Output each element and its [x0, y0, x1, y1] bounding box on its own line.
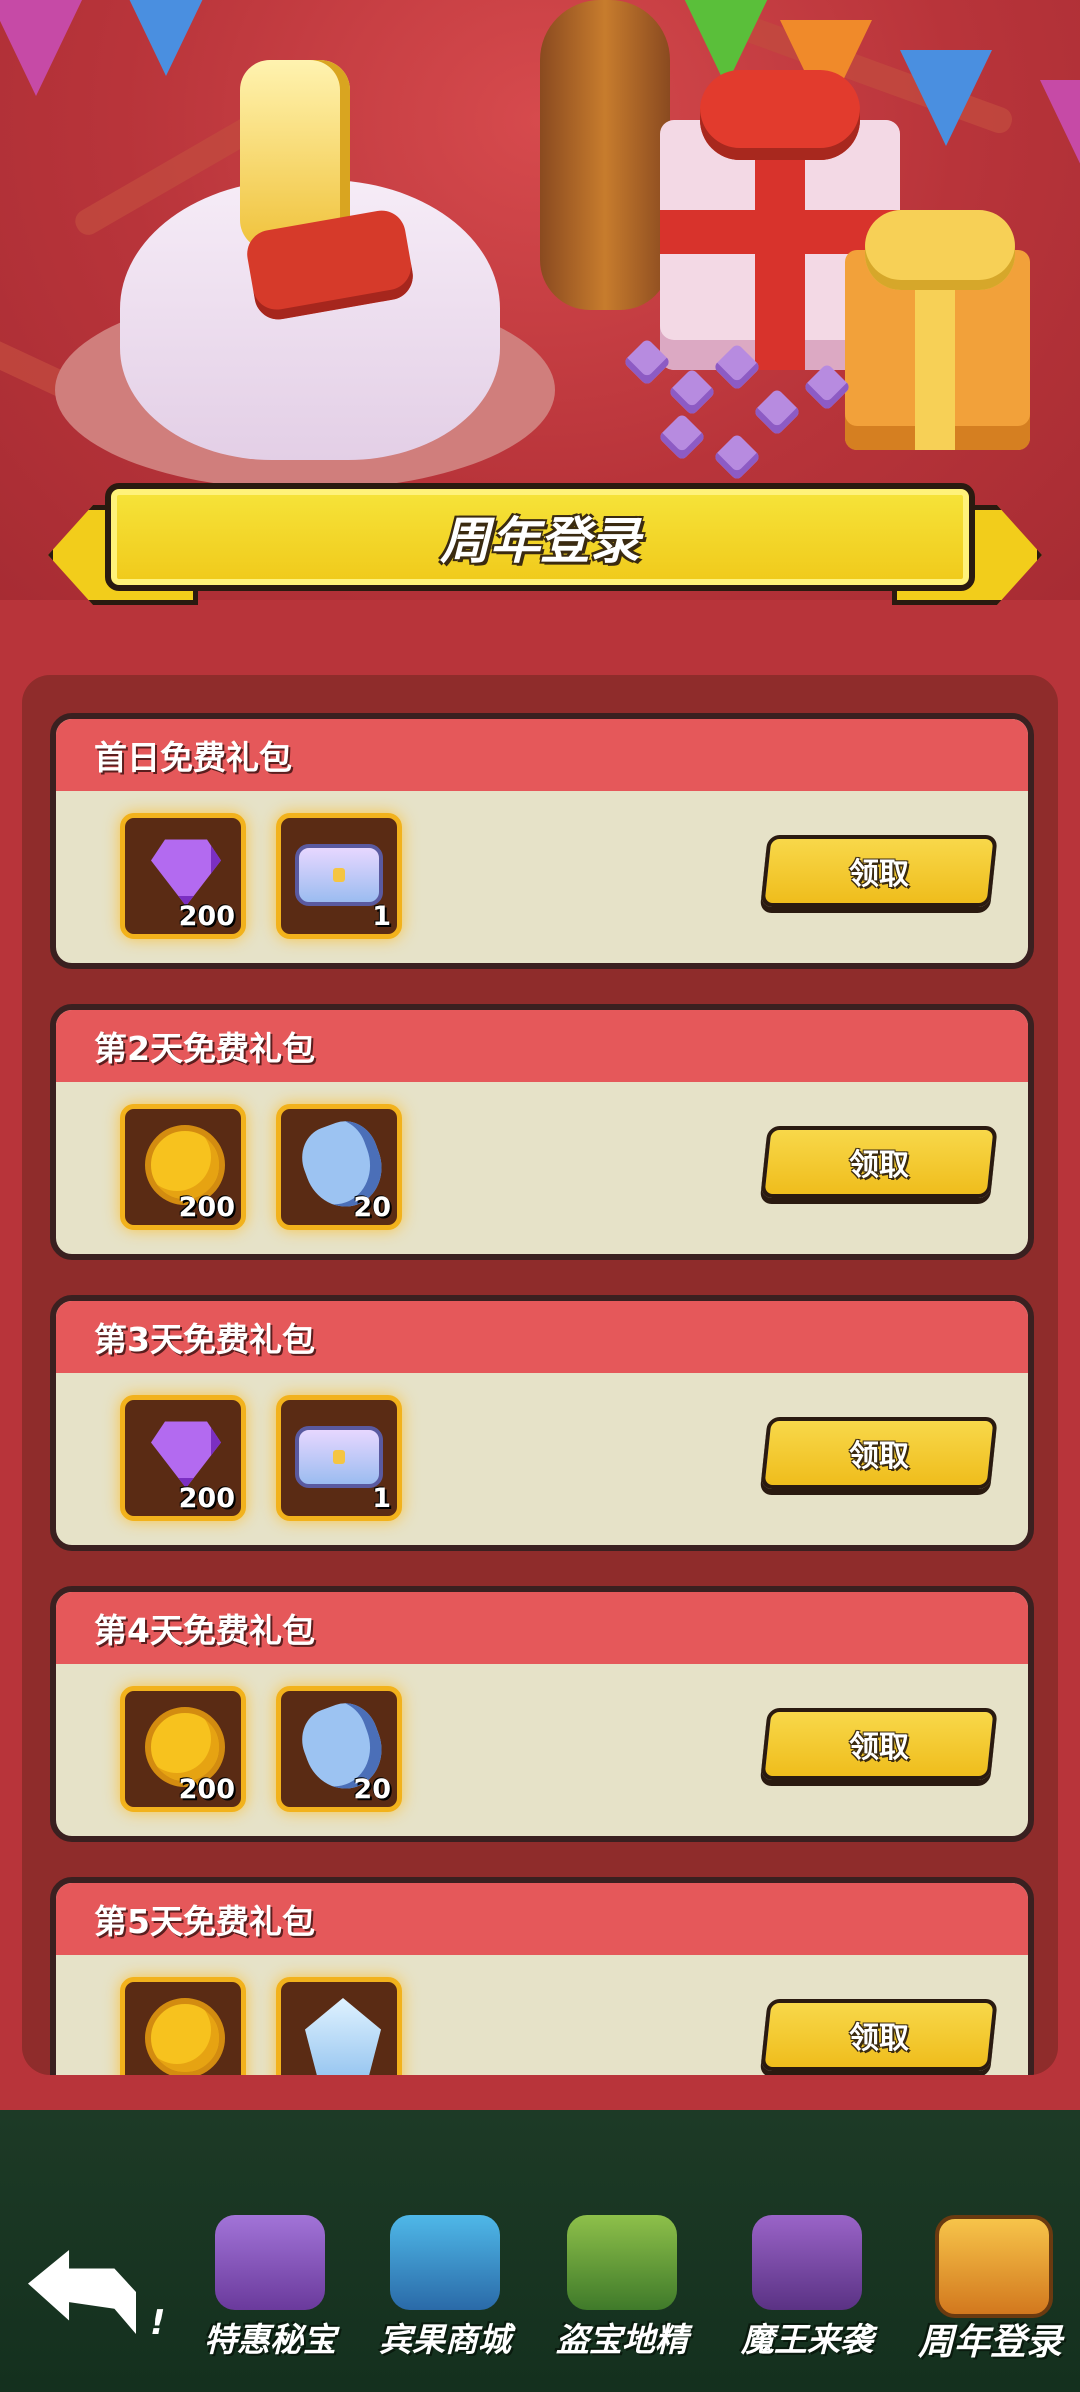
claim-label: 领取	[849, 857, 909, 892]
nav-tab-anniversary-login[interactable]: 周年登录	[905, 2215, 1075, 2365]
treasure-goblin-icon	[567, 2215, 677, 2310]
item-count: 20	[353, 1774, 391, 1805]
nav-tab-special-treasure[interactable]: 特惠秘宝	[185, 2215, 355, 2365]
reward-item[interactable]: 20	[276, 1686, 402, 1812]
claim-button[interactable]: 领取	[760, 835, 998, 907]
card-title: 第4天免费礼包	[94, 1611, 315, 1650]
gift-box-icon	[845, 210, 1030, 450]
reward-card-day-3: 第3天免费礼包 200 1 领取	[50, 1295, 1034, 1551]
card-title: 第3天免费礼包	[94, 1320, 315, 1359]
nav-label-fragment: !	[150, 2303, 166, 2343]
reward-item[interactable]: 1	[276, 1395, 402, 1521]
bottle-icon	[540, 0, 670, 310]
claim-label: 领取	[849, 2021, 909, 2056]
item-count: 20	[353, 1192, 391, 1223]
claim-button[interactable]: 领取	[760, 1999, 998, 2071]
reward-item[interactable]	[120, 1977, 246, 2075]
card-title: 第5天免费礼包	[94, 1902, 315, 1941]
reward-item[interactable]: 20	[276, 1104, 402, 1230]
gem-icon	[667, 367, 717, 417]
card-header: 第4天免费礼包	[56, 1592, 1028, 1664]
card-header: 首日免费礼包	[56, 719, 1028, 791]
gem-icon	[657, 412, 707, 462]
purple-gem-icon	[151, 839, 221, 906]
nav-tab-demon-king[interactable]: 魔王来袭	[722, 2215, 892, 2365]
gem-icon	[712, 432, 762, 482]
claim-label: 领取	[849, 1730, 909, 1765]
claim-button[interactable]: 领取	[760, 1126, 998, 1198]
item-count: 1	[372, 901, 391, 932]
anniversary-chest-icon	[935, 2215, 1053, 2318]
card-title: 第2天免费礼包	[94, 1029, 315, 1068]
back-arrow-icon	[28, 2250, 136, 2334]
nav-tab-label: 特惠秘宝	[204, 2320, 336, 2359]
nav-tab-label: 魔王来袭	[741, 2320, 873, 2359]
card-header: 第5天免费礼包	[56, 1883, 1028, 1955]
reward-item[interactable]: 200	[120, 1395, 246, 1521]
pennant-flag	[1040, 80, 1080, 176]
reward-card-day-5: 第5天免费礼包 领取	[50, 1877, 1034, 2075]
treasure-chest-icon	[295, 844, 383, 906]
item-count: 200	[178, 1483, 235, 1514]
pennant-flag	[0, 0, 82, 96]
purple-gem-icon	[151, 1421, 221, 1488]
reward-item[interactable]: 1	[276, 813, 402, 939]
reward-item[interactable]	[276, 1977, 402, 2075]
nav-tab-bingo-shop[interactable]: 宾果商城	[360, 2215, 530, 2365]
card-header: 第2天免费礼包	[56, 1010, 1028, 1082]
special-treasure-icon	[215, 2215, 325, 2310]
reward-list-panel[interactable]: 首日免费礼包 200 1 领取 第2天免费礼包 200 20 领取 第3天免费礼…	[22, 675, 1058, 2075]
gold-coin-icon	[145, 1998, 225, 2075]
claim-button[interactable]: 领取	[760, 1417, 998, 1489]
item-count: 200	[178, 901, 235, 932]
treasure-chest-icon	[295, 1426, 383, 1488]
reward-card-day-4: 第4天免费礼包 200 20 领取	[50, 1586, 1034, 1842]
nav-tab-label: 盗宝地精	[556, 2320, 688, 2359]
nav-tab-label: 宾果商城	[379, 2320, 511, 2359]
gem-icon	[802, 362, 852, 412]
reward-item[interactable]: 200	[120, 1686, 246, 1812]
bingo-shop-icon	[390, 2215, 500, 2310]
gem-icon	[752, 387, 802, 437]
reward-item[interactable]: 200	[120, 1104, 246, 1230]
title-banner: 周年登录	[105, 483, 975, 591]
back-button[interactable]	[28, 2250, 136, 2334]
reward-card-day-2: 第2天免费礼包 200 20 领取	[50, 1004, 1034, 1260]
item-count: 200	[178, 1192, 235, 1223]
claim-button[interactable]: 领取	[760, 1708, 998, 1780]
demon-king-icon	[752, 2215, 862, 2310]
page-title: 周年登录	[440, 512, 640, 570]
card-title: 首日免费礼包	[94, 738, 292, 777]
item-count: 200	[178, 1774, 235, 1805]
ice-crystal-icon	[305, 1998, 381, 2075]
card-header: 第3天免费礼包	[56, 1301, 1028, 1373]
pennant-flag	[120, 0, 212, 76]
item-count: 1	[372, 1483, 391, 1514]
claim-label: 领取	[849, 1148, 909, 1183]
claim-label: 领取	[849, 1439, 909, 1474]
reward-item[interactable]: 200	[120, 813, 246, 939]
nav-tab-label: 周年登录	[917, 2322, 1062, 2363]
reward-card-day-1: 首日免费礼包 200 1 领取	[50, 713, 1034, 969]
pennant-flag	[900, 50, 992, 146]
nav-tab-treasure-goblin[interactable]: 盗宝地精	[537, 2215, 707, 2365]
